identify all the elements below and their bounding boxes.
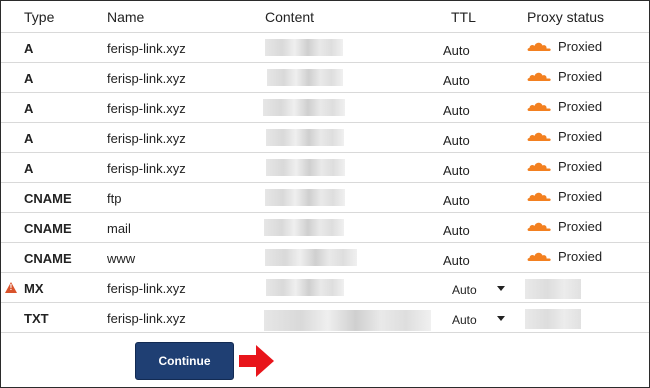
continue-button[interactable]: Continue [135, 342, 234, 380]
column-header-type: Type [24, 9, 55, 25]
proxy-status[interactable]: Proxied [526, 69, 602, 84]
table-row[interactable]: A ferisp-link.xyz Auto Proxied [1, 123, 649, 153]
redacted-content [266, 279, 344, 296]
table-row[interactable]: A ferisp-link.xyz Auto Proxied [1, 63, 649, 93]
ttl-select[interactable]: Auto [452, 283, 477, 297]
record-name: ftp [107, 191, 122, 206]
proxy-status-label: Proxied [558, 189, 603, 204]
record-type: A [24, 161, 34, 176]
redacted-content [264, 219, 344, 236]
cloud-icon [527, 42, 551, 51]
record-name: ferisp-link.xyz [107, 161, 186, 176]
table-row[interactable]: CNAME www Auto Proxied [1, 243, 649, 273]
record-ttl: Auto [443, 223, 470, 238]
table-row[interactable]: CNAME ftp Auto Proxied [1, 183, 649, 213]
ttl-select[interactable]: Auto [452, 313, 477, 327]
column-header-proxy-status: Proxy status [527, 9, 605, 25]
record-name: ferisp-link.xyz [107, 41, 186, 56]
cloud-icon [527, 102, 551, 111]
cloud-icon [527, 162, 551, 171]
redacted-content [266, 159, 345, 176]
redacted-content [264, 310, 431, 331]
record-type: MX [24, 281, 44, 296]
cloud-icon [527, 222, 551, 231]
column-header-name: Name [107, 9, 145, 25]
proxy-status-label: Proxied [558, 219, 603, 234]
record-ttl: Auto [443, 43, 470, 58]
record-type: CNAME [24, 191, 72, 206]
proxy-status-label: Proxied [558, 249, 603, 264]
record-type: CNAME [24, 251, 72, 266]
record-ttl: Auto [443, 103, 470, 118]
proxy-status-label: Proxied [558, 69, 603, 84]
redacted-content [267, 69, 343, 86]
proxy-status[interactable]: Proxied [526, 129, 602, 144]
proxy-status-label: Proxied [558, 159, 603, 174]
table-row[interactable]: TXT ferisp-link.xyz Auto [1, 303, 649, 333]
redacted-proxy [525, 279, 581, 299]
record-type: A [24, 131, 34, 146]
redacted-proxy [525, 309, 581, 329]
proxy-status[interactable]: Proxied [526, 39, 602, 54]
chevron-down-icon[interactable] [497, 286, 505, 291]
record-type: TXT [24, 311, 49, 326]
proxy-status[interactable]: Proxied [526, 189, 602, 204]
proxy-status[interactable]: Proxied [526, 99, 602, 114]
record-ttl: Auto [443, 193, 470, 208]
record-name: ferisp-link.xyz [107, 311, 186, 326]
record-name: www [107, 251, 136, 266]
table-row[interactable]: ! MX ferisp-link.xyz Auto [1, 273, 649, 303]
redacted-content [263, 99, 345, 116]
record-name: mail [107, 221, 131, 236]
dns-records-panel: Type Name Content TTL Proxy status A fer… [0, 0, 650, 388]
record-type: A [24, 101, 34, 116]
cloud-icon [527, 252, 551, 261]
record-ttl: Auto [443, 163, 470, 178]
proxy-status[interactable]: Proxied [526, 159, 602, 174]
record-ttl: Auto [443, 133, 470, 148]
proxy-status-label: Proxied [558, 129, 603, 144]
proxy-status[interactable]: Proxied [526, 219, 602, 234]
redacted-content [265, 249, 357, 266]
chevron-down-icon[interactable] [497, 316, 505, 321]
record-name: ferisp-link.xyz [107, 101, 186, 116]
table-row[interactable]: CNAME mail Auto Proxied [1, 213, 649, 243]
cloud-icon [527, 72, 551, 81]
cloud-icon [527, 132, 551, 141]
column-header-ttl: TTL [451, 9, 476, 25]
record-name: ferisp-link.xyz [107, 131, 186, 146]
redacted-content [265, 189, 345, 206]
cloud-icon [527, 192, 551, 201]
table-row[interactable]: A ferisp-link.xyz Auto Proxied [1, 33, 649, 63]
column-header-content: Content [265, 9, 315, 25]
table-header: Type Name Content TTL Proxy status [1, 1, 649, 33]
redacted-content [265, 39, 343, 56]
table-row[interactable]: A ferisp-link.xyz Auto Proxied [1, 93, 649, 123]
record-name: ferisp-link.xyz [107, 71, 186, 86]
proxy-status[interactable]: Proxied [526, 249, 602, 264]
redacted-content [266, 129, 344, 146]
proxy-status-label: Proxied [558, 39, 603, 54]
record-ttl: Auto [443, 253, 470, 268]
record-type: CNAME [24, 221, 72, 236]
record-type: A [24, 71, 34, 86]
arrow-right-icon [239, 345, 274, 377]
record-ttl: Auto [443, 73, 470, 88]
table-row[interactable]: A ferisp-link.xyz Auto Proxied [1, 153, 649, 183]
record-name: ferisp-link.xyz [107, 281, 186, 296]
proxy-status-label: Proxied [558, 99, 603, 114]
record-type: A [24, 41, 34, 56]
